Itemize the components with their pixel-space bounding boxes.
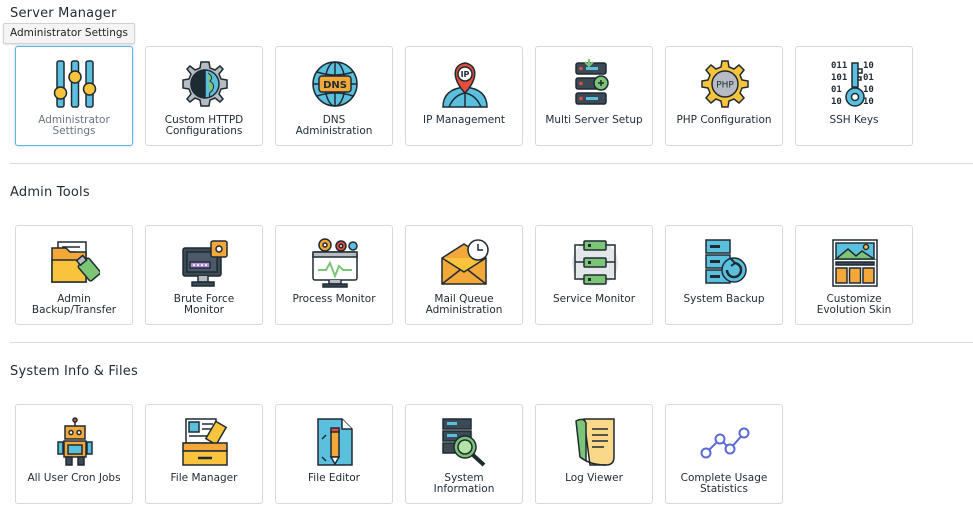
- tile-label: Administrator Settings: [38, 114, 110, 137]
- tile-label: System Information: [433, 472, 495, 495]
- tile-label: IP Management: [423, 114, 505, 126]
- tile-complete-usage-statistics[interactable]: Complete Usage Statistics: [665, 404, 783, 504]
- tile-label: Custom HTTPD Configurations: [164, 114, 244, 137]
- monitor-lock-icon: [180, 238, 230, 288]
- svg-text:DNS: DNS: [323, 80, 347, 91]
- log-scroll-icon: [570, 417, 620, 467]
- tile-system-information[interactable]: System Information: [405, 404, 523, 504]
- tile-label: Multi Server Setup: [545, 114, 643, 126]
- tile-label: Log Viewer: [565, 472, 623, 484]
- folder-usb-icon: [50, 238, 100, 288]
- tile-process-monitor[interactable]: Process Monitor: [275, 225, 393, 325]
- server-stack-icon: [570, 59, 620, 109]
- document-pencil-icon: [310, 417, 360, 467]
- tile-file-editor[interactable]: File Editor: [275, 404, 393, 504]
- svg-text:10: 10: [831, 97, 842, 107]
- tile-label: Service Monitor: [552, 293, 636, 305]
- tile-label: File Editor: [308, 472, 360, 484]
- tooltip: Administrator Settings: [3, 23, 135, 44]
- gear-globe-icon: [180, 59, 230, 109]
- skin-gallery-icon: [830, 238, 880, 288]
- tile-label: Complete Usage Statistics: [680, 472, 768, 495]
- svg-text:101: 101: [831, 73, 847, 83]
- tile-service-monitor[interactable]: Service Monitor: [535, 225, 653, 325]
- tile-php-configuration[interactable]: PHP PHP Configuration: [665, 46, 783, 146]
- php-gear-icon: PHP: [700, 59, 750, 109]
- tile-custom-httpd-configurations[interactable]: Custom HTTPD Configurations: [145, 46, 263, 146]
- section-title-admin-tools: Admin Tools: [10, 185, 90, 200]
- svg-text:01: 01: [863, 73, 874, 83]
- dns-globe-icon: DNS: [310, 59, 360, 109]
- tile-label: Process Monitor: [292, 293, 376, 305]
- tile-mail-queue-administration[interactable]: Mail Queue Administration: [405, 225, 523, 325]
- file-cabinet-icon: [180, 417, 230, 467]
- tile-log-viewer[interactable]: Log Viewer: [535, 404, 653, 504]
- envelope-clock-icon: [440, 238, 490, 288]
- tile-label: Admin Backup/Transfer: [31, 293, 117, 316]
- svg-text:PHP: PHP: [716, 81, 734, 91]
- svg-text:011: 011: [831, 61, 847, 71]
- tile-administrator-settings[interactable]: Administrator Settings: [15, 46, 133, 146]
- tile-customize-evolution-skin[interactable]: Customize Evolution Skin: [795, 225, 913, 325]
- svg-text:01: 01: [831, 85, 842, 95]
- tile-label: System Backup: [683, 293, 765, 305]
- line-stats-icon: [700, 417, 750, 467]
- binary-key-icon: 011 10 101 01 01 10 10 10: [830, 59, 880, 109]
- tile-label: SSH Keys: [829, 114, 879, 126]
- tile-label: File Manager: [170, 472, 238, 484]
- section-divider: [10, 163, 973, 164]
- tile-all-user-cron-jobs[interactable]: All User Cron Jobs: [15, 404, 133, 504]
- tile-label: PHP Configuration: [676, 114, 772, 126]
- tile-label: Brute Force Monitor: [173, 293, 235, 316]
- tile-admin-backup-transfer[interactable]: Admin Backup/Transfer: [15, 225, 133, 325]
- tile-ip-management[interactable]: IP IP Management: [405, 46, 523, 146]
- section-divider: [10, 342, 973, 343]
- svg-text:10: 10: [863, 85, 874, 95]
- svg-text:10: 10: [863, 61, 874, 71]
- server-magnifier-icon: [440, 417, 490, 467]
- tile-brute-force-monitor[interactable]: Brute Force Monitor: [145, 225, 263, 325]
- tile-label: Mail Queue Administration: [425, 293, 503, 316]
- tile-ssh-keys[interactable]: 011 10 101 01 01 10 10 10 SSH Keys: [795, 46, 913, 146]
- tile-label: Customize Evolution Skin: [816, 293, 892, 316]
- section-title-server-manager: Server Manager: [10, 6, 117, 21]
- tile-label: DNS Administration: [295, 114, 373, 137]
- monitor-gears-icon: [310, 238, 360, 288]
- sliders-icon: [50, 59, 100, 109]
- tile-system-backup[interactable]: System Backup: [665, 225, 783, 325]
- service-flow-icon: [570, 238, 620, 288]
- svg-text:IP: IP: [461, 70, 470, 79]
- ip-pin-icon: IP: [440, 59, 490, 109]
- tile-multi-server-setup[interactable]: Multi Server Setup: [535, 46, 653, 146]
- tile-label: All User Cron Jobs: [27, 472, 121, 484]
- tile-file-manager[interactable]: File Manager: [145, 404, 263, 504]
- section-title-system-info-files: System Info & Files: [10, 364, 138, 379]
- tile-dns-administration[interactable]: DNS DNS Administration: [275, 46, 393, 146]
- robot-icon: [50, 417, 100, 467]
- server-backup-icon: [700, 238, 750, 288]
